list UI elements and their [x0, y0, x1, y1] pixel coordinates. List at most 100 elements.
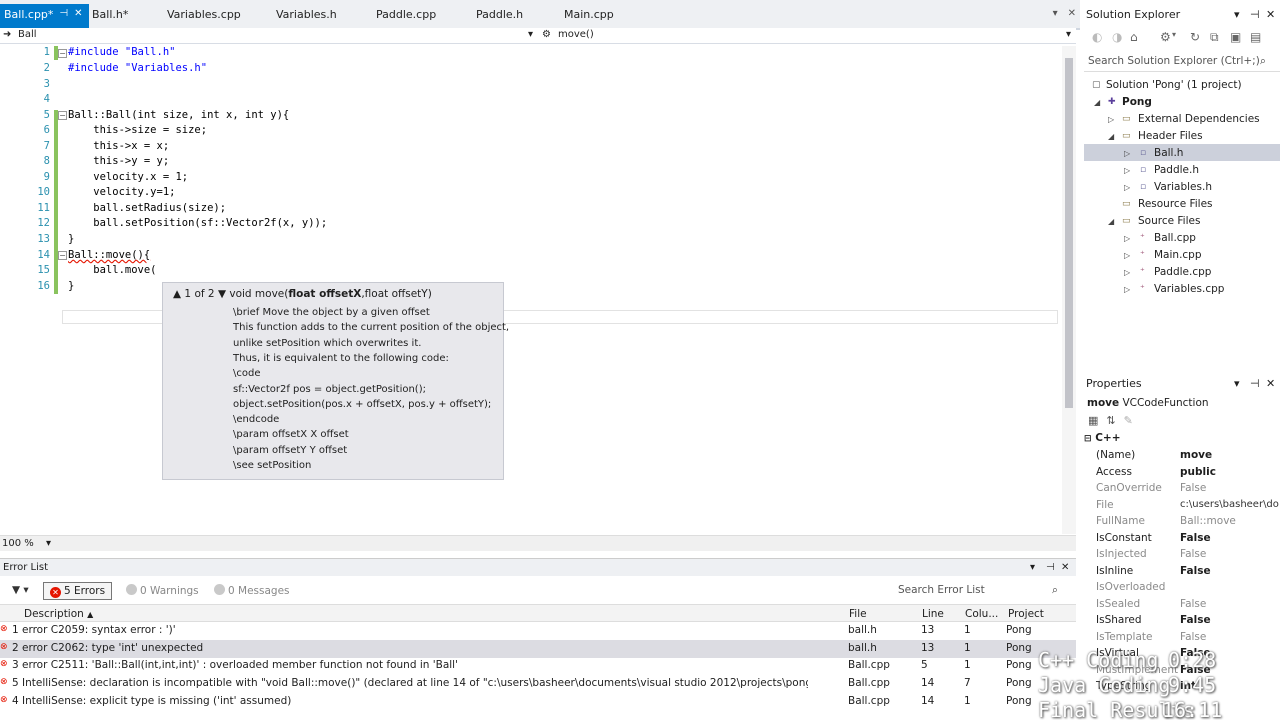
property-row[interactable]: IsConstant False [1096, 531, 1280, 547]
dropdown-icon[interactable]: ▾ [1234, 8, 1240, 21]
error-row[interactable]: ⊗ 4 IntelliSense: explicit type is missi… [0, 693, 1076, 711]
collapse-icon[interactable]: − [58, 49, 67, 58]
dropdown-icon[interactable]: ▾ [1066, 29, 1071, 40]
tab-variables-cpp[interactable]: Variables.cpp [167, 8, 241, 21]
expanded-icon[interactable]: ◢ [1108, 217, 1114, 226]
alphabetical-icon[interactable]: ⇅ [1106, 414, 1115, 427]
collapsed-icon[interactable]: ▷ [1124, 166, 1130, 175]
column-project[interactable]: Project [1008, 608, 1044, 620]
solution-icon: ▢ [1092, 80, 1101, 90]
collapse-icon[interactable]: − [58, 251, 67, 260]
property-row[interactable]: Access public [1096, 465, 1280, 481]
collapse-icon[interactable]: ⊟ [1084, 434, 1092, 444]
editor-tab-bar: Ball.cpp* ⊣ ✕ Ball.h* Variables.cpp Vari… [0, 0, 1080, 30]
scope-dropdown[interactable]: Ball [18, 29, 37, 40]
property-pages-icon[interactable]: ✎ [1124, 414, 1133, 427]
forward-icon[interactable]: ◑ [1112, 30, 1122, 44]
column-line[interactable]: Line [922, 608, 944, 620]
dropdown-icon[interactable]: ▾ [1234, 377, 1240, 390]
close-icon[interactable]: ✕ [1061, 562, 1069, 573]
collapsed-icon[interactable]: ▷ [1124, 251, 1130, 260]
pin-icon[interactable]: ⊣ [1250, 377, 1260, 390]
refresh-icon[interactable]: ↻ [1190, 30, 1200, 44]
code-line: ball.setRadius(size); [68, 202, 227, 214]
column-description[interactable]: Description ▲ [24, 608, 93, 620]
collapsed-icon[interactable]: ▷ [1124, 234, 1130, 243]
collapsed-icon[interactable]: ▷ [1124, 149, 1130, 158]
error-project: Pong [1006, 642, 1032, 654]
warnings-filter-button[interactable]: 0 Warnings [120, 582, 205, 600]
pin-icon[interactable]: ⊣ [59, 8, 68, 19]
collapsed-icon[interactable]: ▷ [1108, 115, 1114, 124]
column-column[interactable]: Colu... [965, 608, 998, 620]
collapse-icon[interactable]: − [58, 111, 67, 120]
dropdown-icon[interactable]: ▾ [1030, 562, 1035, 573]
categorized-icon[interactable]: ▦ [1088, 414, 1098, 427]
tab-variables-h[interactable]: Variables.h [276, 8, 337, 21]
tab-ball-cpp[interactable]: Ball.cpp* ⊣ ✕ [0, 4, 89, 28]
editor-scrollbar[interactable] [1062, 46, 1076, 534]
property-row[interactable]: File c:\users\basheer\do [1096, 498, 1280, 514]
collapsed-icon[interactable]: ▷ [1124, 183, 1130, 192]
back-icon[interactable]: ◐ [1092, 30, 1102, 44]
error-row[interactable]: ⊗ 1 error C2059: syntax error : ')' ball… [0, 622, 1076, 640]
next-overload-icon[interactable]: ▼ [218, 288, 226, 300]
expanded-icon[interactable]: ◢ [1108, 132, 1114, 141]
column-file[interactable]: File [849, 608, 867, 620]
code-editor[interactable]: − − − 1 2 3 4 5 6 7 8 9 10 11 12 13 14 1… [0, 46, 1062, 534]
pin-icon[interactable]: ⊣ [1046, 562, 1055, 573]
search-icon[interactable]: ⌕ [1260, 55, 1266, 68]
error-search-input[interactable]: Search Error List [898, 584, 985, 596]
collapse-all-icon[interactable]: ⧉ [1210, 30, 1219, 45]
error-num: 4 [12, 695, 19, 707]
line-number: 11 [37, 202, 50, 214]
scroll-thumb[interactable] [1065, 58, 1073, 408]
zoom-level[interactable]: 100 % [2, 538, 34, 549]
property-row[interactable]: IsSealed False [1096, 597, 1280, 613]
dropdown-icon[interactable]: ▾ [1172, 30, 1176, 39]
sync-icon[interactable]: ⚙ [1160, 30, 1171, 44]
messages-filter-button[interactable]: 0 Messages [208, 582, 296, 600]
property-category[interactable]: ⊟ C++ [1084, 432, 1121, 444]
dropdown-icon[interactable]: ▾ [46, 538, 51, 549]
dropdown-icon[interactable]: ▾ [528, 29, 533, 40]
error-row[interactable]: ⊗ 2 error C2062: type 'int' unexpected b… [0, 640, 1076, 658]
error-row[interactable]: ⊗ 3 error C2511: 'Ball::Ball(int,int,int… [0, 657, 1076, 675]
close-icon[interactable]: ✕ [1266, 377, 1275, 390]
property-row[interactable]: IsTemplate False [1096, 630, 1280, 646]
tab-ball-h[interactable]: Ball.h* [92, 8, 128, 21]
member-dropdown[interactable]: move() [558, 29, 594, 40]
error-icon: ⊗ [0, 695, 8, 705]
close-icon[interactable]: ✕ [74, 8, 82, 19]
property-row[interactable]: IsOverloaded [1096, 580, 1280, 596]
filter-icon[interactable]: ▼ ▾ [6, 582, 35, 600]
solution-search-input[interactable]: Search Solution Explorer (Ctrl+;) [1088, 55, 1260, 67]
expanded-icon[interactable]: ◢ [1094, 98, 1100, 107]
properties-object-selector[interactable]: move VCCodeFunction [1087, 397, 1209, 409]
solution-search[interactable]: Search Solution Explorer (Ctrl+;) ⌕ [1084, 52, 1280, 72]
tab-paddle-h[interactable]: Paddle.h [476, 8, 523, 21]
folder-icon: ▭ [1122, 131, 1131, 141]
collapsed-icon[interactable]: ▷ [1124, 285, 1130, 294]
close-icon[interactable]: ✕ [1266, 8, 1275, 21]
property-row[interactable]: FullName Ball::move [1096, 514, 1280, 530]
property-row[interactable]: IsInline False [1096, 564, 1280, 580]
tab-paddle-cpp[interactable]: Paddle.cpp [376, 8, 436, 21]
errors-filter-button[interactable]: ✕ 5 Errors [43, 582, 113, 600]
property-row[interactable]: (Name) move [1096, 448, 1280, 464]
search-icon[interactable]: ⌕ [1046, 582, 1064, 600]
collapsed-icon[interactable]: ▷ [1124, 268, 1130, 277]
properties-icon[interactable]: ▤ [1250, 30, 1261, 44]
show-all-files-icon[interactable]: ▣ [1230, 30, 1241, 44]
close-icon[interactable]: ✕ [1068, 8, 1076, 19]
prev-overload-icon[interactable]: ▲ [173, 288, 181, 300]
property-row[interactable]: CanOverride False [1096, 481, 1280, 497]
pin-icon[interactable]: ⊣ [1250, 8, 1260, 21]
property-row[interactable]: IsShared False [1096, 613, 1280, 629]
property-row[interactable]: IsInjected False [1096, 547, 1280, 563]
dropdown-icon[interactable]: ▾ [1053, 8, 1058, 19]
home-icon[interactable]: ⌂ [1130, 30, 1138, 44]
error-row[interactable]: ⊗ 5 IntelliSense: declaration is incompa… [0, 675, 1076, 693]
error-icon: ⊗ [0, 624, 8, 634]
tab-main-cpp[interactable]: Main.cpp [564, 8, 614, 21]
